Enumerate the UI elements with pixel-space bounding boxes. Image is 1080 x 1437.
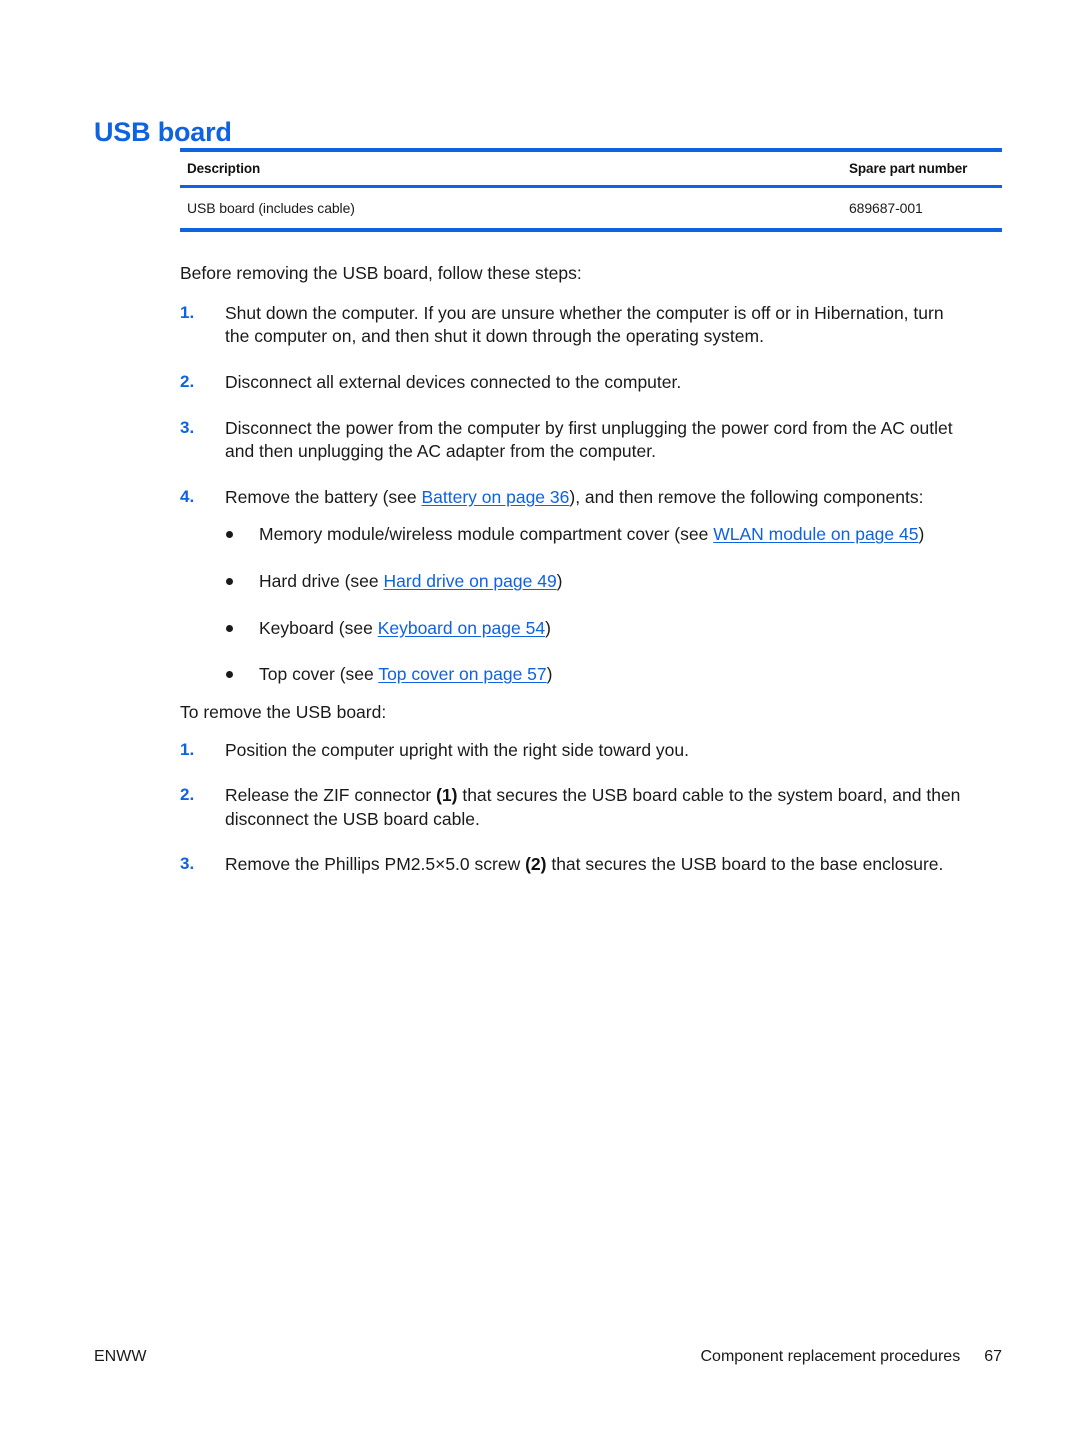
- step-number: 3.: [180, 854, 195, 874]
- xref-link-top-cover[interactable]: Top cover on page 57: [378, 664, 546, 684]
- bullet-dot-icon: [226, 671, 233, 679]
- callout-reference: (2): [525, 854, 547, 875]
- table-bottom-rule: [180, 228, 1002, 232]
- before-step-2: 2. Disconnect all external devices conne…: [180, 371, 970, 395]
- remove-step-1: 1. Position the computer upright with th…: [180, 739, 970, 763]
- step-number: 1.: [180, 739, 195, 759]
- step-number: 1.: [180, 302, 195, 322]
- remove-step-3: 3. Remove the Phillips PM2.5×5.0 screw (…: [180, 853, 970, 877]
- bullet-text-after-link: ): [546, 664, 553, 685]
- bullet-text-before-link: Keyboard (see: [259, 617, 378, 638]
- list-item: Hard drive (see Hard drive on page 49): [225, 570, 970, 594]
- bullet-dot-icon: [226, 624, 233, 632]
- before-step-3: 3. Disconnect the power from the compute…: [180, 417, 970, 464]
- bullet-text-before-link: Hard drive (see: [259, 571, 384, 591]
- step-number: 3.: [180, 417, 195, 437]
- list-item: Keyboard (see Keyboard on page 54): [225, 617, 970, 641]
- spare-part-table: Description Spare part number USB board …: [180, 148, 1002, 232]
- page-title: USB board: [94, 117, 232, 148]
- body-content: Before removing the USB board, follow th…: [180, 262, 970, 877]
- step-text-before-link: Remove the battery (see: [225, 486, 422, 507]
- footer-locale-label: ENWW: [94, 1348, 147, 1365]
- list-item: Top cover (see Top cover on page 57): [225, 663, 970, 687]
- step-text-part-a: Release the ZIF connector: [225, 785, 437, 806]
- bullet-dot-icon: [226, 578, 233, 585]
- callout-reference: (1): [436, 785, 458, 806]
- cell-description: USB board (includes cable): [187, 200, 355, 216]
- step-text: Disconnect all external devices connecte…: [225, 371, 682, 392]
- component-bullet-list: Memory module/wireless module compartmen…: [225, 523, 970, 687]
- step-number: 2.: [180, 785, 195, 805]
- table-header-row: Description Spare part number: [180, 152, 1002, 185]
- bullet-text-after-link: ): [918, 524, 925, 545]
- document-page: USB board Description Spare part number …: [0, 0, 1080, 1437]
- before-step-1: 1. Shut down the computer. If you are un…: [180, 302, 970, 349]
- step-number: 2.: [180, 371, 195, 391]
- xref-link-keyboard[interactable]: Keyboard on page 54: [378, 618, 545, 638]
- before-section-lead: Before removing the USB board, follow th…: [180, 263, 582, 283]
- bullet-text-before-link: Top cover (see: [259, 664, 379, 685]
- footer-right-group: Component replacement procedures 67: [701, 1348, 1003, 1366]
- step-text-part-b: that secures the USB board to the base e…: [546, 854, 944, 875]
- step-text-part-a: Remove the Phillips PM2.5×5.0 screw: [225, 854, 526, 875]
- step-number: 4.: [180, 486, 195, 506]
- remove-steps-list: 1. Position the computer upright with th…: [180, 739, 970, 878]
- before-steps-list: 1. Shut down the computer. If you are un…: [180, 302, 970, 687]
- column-header-description: Description: [187, 161, 261, 176]
- step-text-after-link: ), and then remove the following compone…: [569, 486, 924, 507]
- table-row: USB board (includes cable) 689687-001: [180, 188, 1002, 228]
- xref-link-battery[interactable]: Battery on page 36: [421, 487, 569, 507]
- list-item: Memory module/wireless module compartmen…: [225, 523, 970, 547]
- remove-section-lead: To remove the USB board:: [180, 701, 387, 722]
- remove-step-2: 2. Release the ZIF connector (1) that se…: [180, 784, 970, 831]
- step-text: Disconnect the power from the computer b…: [225, 417, 953, 462]
- footer-section-label: Component replacement procedures: [700, 1348, 961, 1365]
- bullet-text-before-link: Memory module/wireless module compartmen…: [259, 524, 714, 545]
- bullet-text-after-link: ): [545, 617, 551, 638]
- step-text: Position the computer upright with the r…: [225, 739, 689, 760]
- column-header-spare-part-number: Spare part number: [849, 161, 968, 176]
- cell-spare-part-number: 689687-001: [849, 200, 923, 216]
- xref-link-hard-drive[interactable]: Hard drive on page 49: [384, 571, 557, 591]
- page-footer: ENWW Component replacement procedures 67: [94, 1348, 1002, 1366]
- bullet-text-after-link: ): [556, 571, 563, 591]
- footer-page-number: 67: [984, 1348, 1002, 1365]
- before-step-4: 4. Remove the battery (see Battery on pa…: [180, 486, 970, 687]
- bullet-dot-icon: [226, 531, 233, 539]
- step-text: Shut down the computer. If you are unsur…: [225, 302, 944, 347]
- xref-link-wlan-module[interactable]: WLAN module on page 45: [713, 524, 918, 544]
